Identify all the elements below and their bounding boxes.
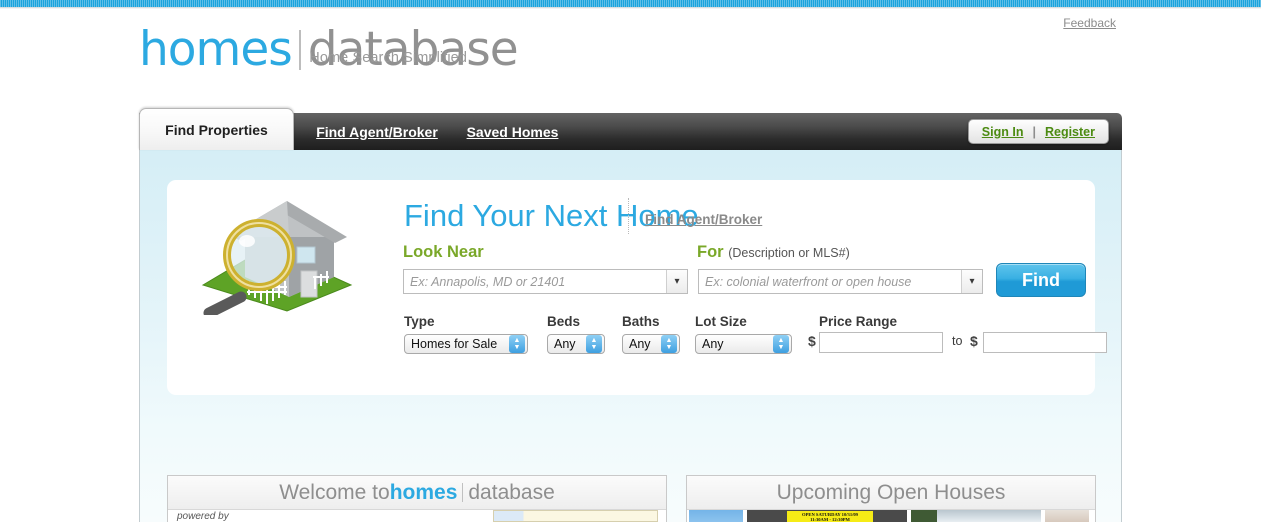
auth-separator: | <box>1032 124 1036 139</box>
open-house-banner-time: 11:30AM - 12:30PM <box>810 516 850 522</box>
tab-saved-homes[interactable]: Saved Homes <box>455 113 570 150</box>
open-house-thumbnail[interactable] <box>911 510 1041 522</box>
price-min-input[interactable] <box>819 332 943 353</box>
register-link[interactable]: Register <box>1045 125 1095 139</box>
stepper-icon[interactable]: ▲ ▼ <box>773 335 789 353</box>
tab-saved-homes-label: Saved Homes <box>466 123 559 140</box>
price-min-currency-symbol: $ <box>808 333 816 349</box>
page-root: Feedback homes database Home Search Simp… <box>0 0 1261 522</box>
for-label-main: For <box>697 243 724 261</box>
lot-size-select[interactable]: Any ▲ ▼ <box>695 334 792 354</box>
stepper-icon[interactable]: ▲ ▼ <box>661 335 677 353</box>
headline-divider <box>628 198 629 234</box>
search-card: Find Your Next Home Find Agent/Broker Lo… <box>167 180 1107 395</box>
price-range-label: Price Range <box>819 314 898 329</box>
beds-select-value: Any <box>554 337 576 351</box>
price-max-input[interactable] <box>983 332 1107 353</box>
chevron-down-icon[interactable]: ▾ <box>961 270 982 293</box>
for-label-sub: (Description or MLS#) <box>728 246 850 260</box>
baths-select-value: Any <box>629 337 651 351</box>
welcome-title-divider <box>462 483 464 502</box>
for-label: For (Description or MLS#) <box>697 243 850 262</box>
top-strip-shadow <box>0 7 1261 9</box>
stepper-icon[interactable]: ▲ ▼ <box>509 335 525 353</box>
open-house-banner: OPEN SATURDAY 10/31/09 11:30AM - 12:30PM <box>787 511 873 522</box>
open-house-thumbnail[interactable] <box>689 510 743 522</box>
main-navigation-bar: Find Properties Find Agent/Broker Saved … <box>139 108 1122 150</box>
welcome-panel-body: powered by <box>168 510 666 522</box>
look-near-label: Look Near <box>403 243 484 261</box>
map-thumbnail[interactable] <box>493 510 658 522</box>
house-magnifier-icon <box>189 185 364 319</box>
open-houses-panel-body: OPEN SATURDAY 10/31/09 11:30AM - 12:30PM <box>687 510 1095 522</box>
beds-select[interactable]: Any ▲ ▼ <box>547 334 605 354</box>
top-blue-strip <box>0 0 1261 7</box>
sign-in-link[interactable]: Sign In <box>982 125 1024 139</box>
auth-box: Sign In | Register <box>967 119 1109 144</box>
look-near-combobox[interactable]: Ex: Annapolis, MD or 21401 ▾ <box>403 269 688 294</box>
type-label: Type <box>404 314 435 329</box>
type-select-value: Homes for Sale <box>411 337 498 351</box>
lot-size-select-value: Any <box>702 337 724 351</box>
open-house-thumbnail[interactable]: OPEN SATURDAY 10/31/09 11:30AM - 12:30PM <box>747 510 907 522</box>
page-body: Find Your Next Home Find Agent/Broker Lo… <box>139 150 1122 522</box>
feedback-link[interactable]: Feedback <box>1063 16 1116 30</box>
welcome-title-homes: homes <box>389 480 458 504</box>
open-house-thumbnail[interactable] <box>1045 510 1089 522</box>
logo-tagline: Home Search Simplified <box>309 50 467 66</box>
welcome-panel-title: Welcome to homes database <box>168 476 666 510</box>
type-select[interactable]: Homes for Sale ▲ ▼ <box>404 334 528 354</box>
for-input[interactable]: Ex: colonial waterfront or open house <box>699 270 961 293</box>
open-houses-panel-title: Upcoming Open Houses <box>687 476 1095 510</box>
price-to-label: to <box>952 334 963 348</box>
find-button[interactable]: Find <box>996 263 1086 297</box>
baths-select[interactable]: Any ▲ ▼ <box>622 334 680 354</box>
look-near-input[interactable]: Ex: Annapolis, MD or 21401 <box>404 270 666 293</box>
powered-by-label: powered by <box>177 511 229 522</box>
baths-label: Baths <box>622 314 660 329</box>
lot-size-label: Lot Size <box>695 314 747 329</box>
tab-find-properties[interactable]: Find Properties <box>139 108 294 150</box>
open-houses-thumbnail-strip: OPEN SATURDAY 10/31/09 11:30AM - 12:30PM <box>687 510 1095 522</box>
welcome-title-prefix: Welcome to <box>279 480 390 504</box>
for-combobox[interactable]: Ex: colonial waterfront or open house ▾ <box>698 269 983 294</box>
beds-label: Beds <box>547 314 581 329</box>
find-agent-broker-link[interactable]: Find Agent/Broker <box>645 212 762 227</box>
open-houses-panel: Upcoming Open Houses OPEN SATURDAY 10/31… <box>686 475 1096 522</box>
tab-find-properties-label: Find Properties <box>165 121 268 138</box>
welcome-title-database: database <box>468 480 555 504</box>
tab-find-agent-broker[interactable]: Find Agent/Broker <box>301 113 453 150</box>
tab-find-agent-broker-label: Find Agent/Broker <box>316 123 438 140</box>
chevron-down-icon[interactable]: ▾ <box>666 270 687 293</box>
price-max-currency-symbol: $ <box>970 333 978 349</box>
welcome-panel: Welcome to homes database powered by <box>167 475 667 522</box>
stepper-icon[interactable]: ▲ ▼ <box>586 335 602 353</box>
